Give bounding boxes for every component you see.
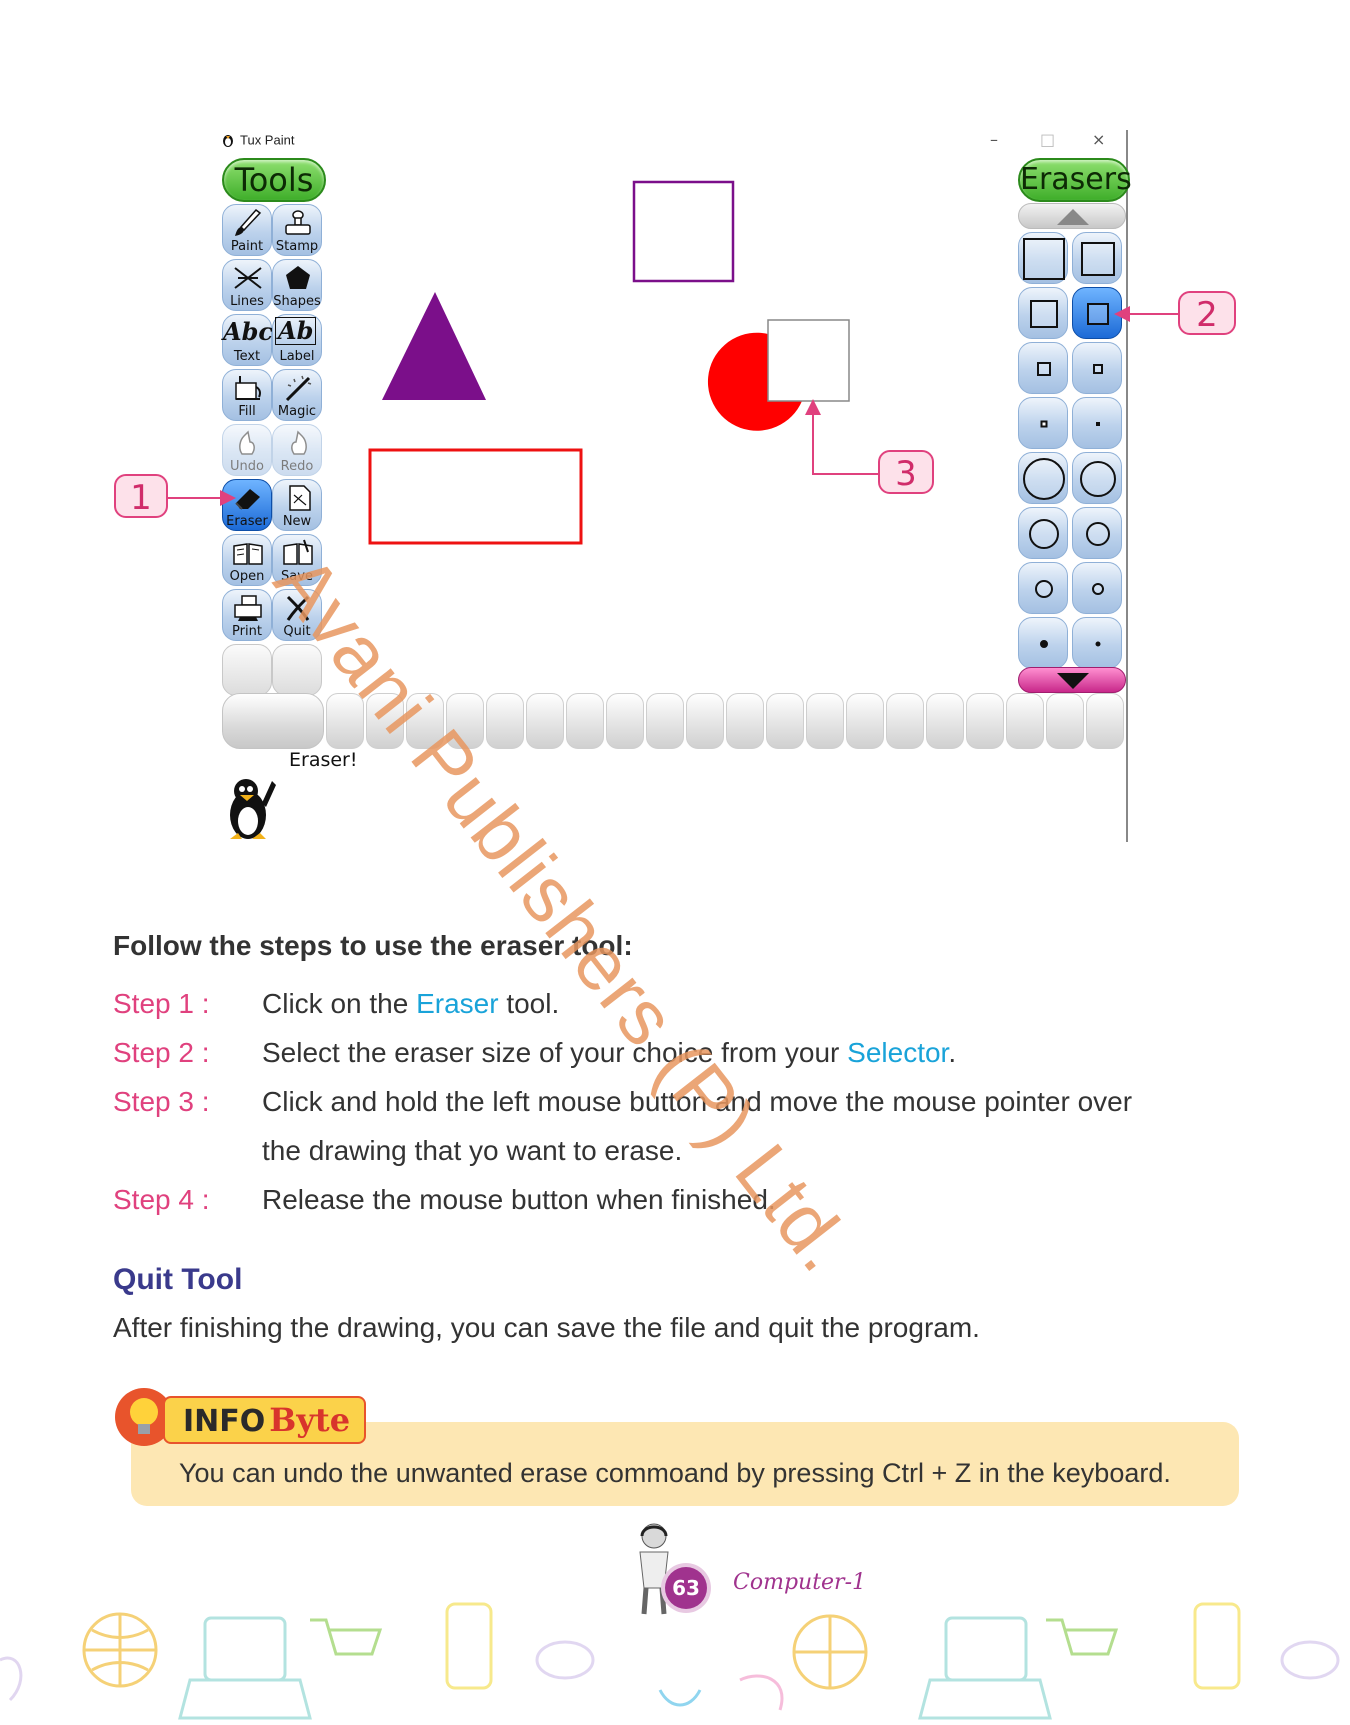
step-1-text-end: tool. xyxy=(498,988,560,1019)
callout-arrows xyxy=(168,306,1178,506)
step-3-label: Step 3 : xyxy=(113,1086,210,1117)
step-4-label: Step 4 : xyxy=(113,1184,210,1215)
step-2-text-end: . xyxy=(948,1037,957,1068)
step-2-text-start: Select the eraser size of your choice fr… xyxy=(262,1037,848,1068)
step-2-label: Step 2 : xyxy=(113,1037,210,1068)
step-1-label: Step 1 : xyxy=(113,988,210,1019)
step-1-highlight: Eraser xyxy=(416,988,499,1019)
info-byte-text: You can undo the unwanted erase commoand… xyxy=(179,1458,1171,1488)
book-title: Computer-1 xyxy=(733,1570,866,1595)
step-1-text-start: Click on the xyxy=(262,988,417,1019)
info-badge-info: INFO xyxy=(183,1404,266,1439)
step-4-text: Release the mouse button when finished. xyxy=(262,1184,776,1215)
quit-tool-text: After finishing the drawing, you can sav… xyxy=(113,1312,980,1343)
footer-doodle-border xyxy=(0,1602,1340,1720)
step-1-text: Click on the Eraser tool. xyxy=(262,988,559,1020)
info-badge-byte: Byte xyxy=(269,1401,351,1439)
step-3-text-line2: the drawing that yo want to erase. xyxy=(262,1135,683,1166)
quit-tool-heading: Quit Tool xyxy=(113,1263,243,1296)
page-number: 63 xyxy=(665,1567,707,1609)
step-2-highlight: Selector xyxy=(847,1037,949,1068)
